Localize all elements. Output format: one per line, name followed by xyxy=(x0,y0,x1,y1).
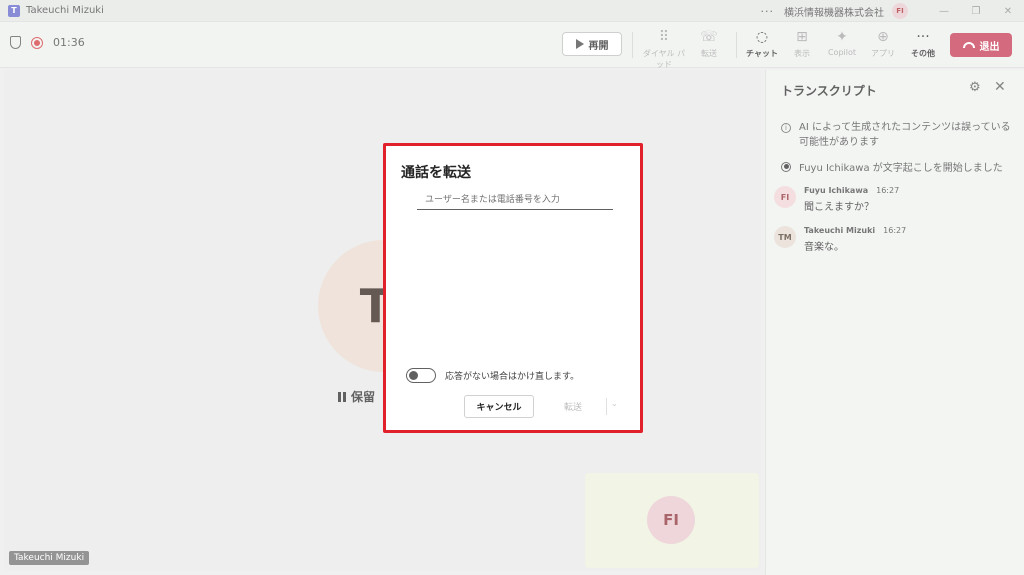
transfer-call-dialog: 通話を転送 応答がない場合はかけ直します。 キャンセル 転送 ⌄ xyxy=(383,143,643,433)
transfer-target-input[interactable] xyxy=(417,191,613,210)
chevron-down-icon[interactable]: ⌄ xyxy=(611,399,618,408)
transfer-button[interactable]: 転送 xyxy=(549,395,597,418)
callback-toggle-label: 応答がない場合はかけ直します。 xyxy=(445,372,580,382)
dialog-title: 通話を転送 xyxy=(401,165,471,181)
cancel-button[interactable]: キャンセル xyxy=(464,395,534,418)
callback-toggle[interactable] xyxy=(406,368,436,383)
callback-toggle-row: 応答がない場合はかけ直します。 xyxy=(406,368,579,383)
split-button-divider xyxy=(606,398,607,415)
